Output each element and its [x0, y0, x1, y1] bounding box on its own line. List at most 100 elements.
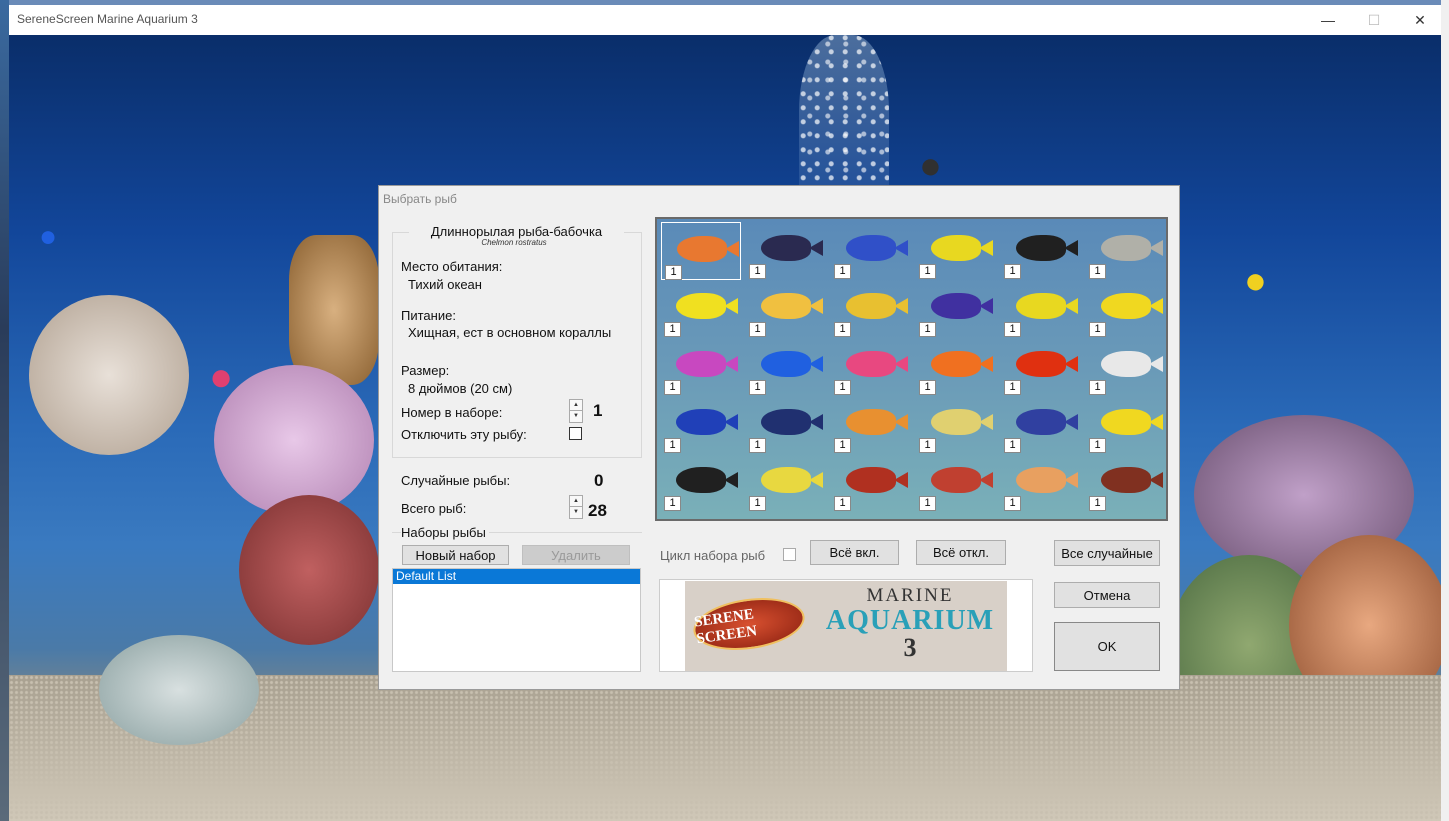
ok-button[interactable]: OK [1054, 622, 1160, 671]
random-fish-value: 0 [594, 471, 604, 490]
fish-cell[interactable]: 1 [1001, 396, 1081, 454]
cycle-sets-label: Цикл набора рыб [660, 548, 766, 563]
window-title: SereneScreen Marine Aquarium 3 [17, 12, 198, 26]
marine-aquarium-logo: SERENE SCREEN MARINE AQUARIUM 3 [685, 581, 1007, 671]
fish-count-badge: 1 [919, 322, 936, 337]
close-icon: ✕ [1414, 11, 1426, 28]
fish-icon: ● [209, 355, 234, 399]
fish-icon [671, 286, 738, 326]
all-random-button[interactable]: Все случайные [1054, 540, 1160, 566]
fish-cell[interactable]: 1 [916, 222, 996, 280]
logo-number: 3 [903, 633, 917, 662]
fish-cell[interactable]: 1 [661, 396, 741, 454]
fish-cell[interactable]: 1 [831, 396, 911, 454]
fish-sets-list[interactable]: Default List [392, 568, 641, 672]
all-on-button[interactable]: Всё вкл. [810, 540, 899, 565]
fish-cell[interactable]: 1 [661, 280, 741, 338]
delete-set-button[interactable]: Удалить [522, 545, 630, 565]
fish-count-badge: 1 [1004, 380, 1021, 395]
fish-cell[interactable]: 1 [1001, 454, 1081, 512]
fish-count-badge: 1 [834, 496, 851, 511]
fish-cell[interactable]: 1 [916, 280, 996, 338]
spin-down-icon[interactable]: ▼ [570, 507, 582, 518]
fish-icon [926, 286, 993, 326]
logo-marine: MARINE [866, 585, 954, 606]
fish-count-badge: 1 [749, 322, 766, 337]
fish-cell[interactable]: 1 [1086, 222, 1166, 280]
fish-grid[interactable]: 1 1 1 1 1 1 1 1 1 1 1 1 1 1 1 1 1 1 1 1 1 1 1 1 1 1 1 1 1 1 [655, 217, 1168, 521]
fish-cell[interactable]: 1 [661, 454, 741, 512]
habitat-value: Тихий океан [408, 277, 482, 292]
fish-cell[interactable]: 1 [746, 396, 826, 454]
fish-latin-name: Chelmon rostratus [481, 238, 547, 247]
fish-cell[interactable]: 1 [746, 338, 826, 396]
fish-cell[interactable]: 1 [831, 454, 911, 512]
cycle-sets-checkbox[interactable] [783, 548, 796, 561]
spin-up-icon[interactable]: ▲ [570, 496, 582, 507]
fish-cell[interactable]: 1 [1086, 454, 1166, 512]
spin-down-icon[interactable]: ▼ [570, 411, 582, 422]
fish-cell[interactable]: 1 [831, 280, 911, 338]
close-button[interactable]: ✕ [1397, 5, 1443, 35]
fish-cell[interactable]: 1 [746, 454, 826, 512]
desktop-edge-left [0, 0, 9, 821]
disable-fish-label: Отключить эту рыбу: [401, 427, 527, 442]
fish-cell[interactable]: 1 [661, 222, 741, 280]
new-set-button[interactable]: Новый набор [402, 545, 509, 565]
fish-count-badge: 1 [749, 438, 766, 453]
diet-label: Питание: [401, 308, 456, 323]
fish-count-badge: 1 [664, 322, 681, 337]
fish-cell[interactable]: 1 [916, 454, 996, 512]
fish-icon [756, 286, 823, 326]
cancel-button[interactable]: Отмена [1054, 582, 1160, 608]
spin-up-icon[interactable]: ▲ [570, 400, 582, 411]
fish-cell[interactable]: 1 [1086, 338, 1166, 396]
fish-cell[interactable]: 1 [1001, 338, 1081, 396]
fish-cell[interactable]: 1 [916, 396, 996, 454]
coral [29, 295, 189, 455]
logo-frame: SERENE SCREEN MARINE AQUARIUM 3 [659, 579, 1033, 672]
fish-cell[interactable]: 1 [1001, 222, 1081, 280]
fish-cell[interactable]: 1 [1086, 280, 1166, 338]
total-fish-label: Всего рыб: [401, 501, 467, 516]
fish-count-badge: 1 [749, 496, 766, 511]
dialog-title: Выбрать рыб [383, 192, 457, 206]
maximize-button[interactable]: ☐ [1351, 5, 1397, 35]
habitat-label: Место обитания: [401, 259, 503, 274]
disable-fish-checkbox[interactable] [569, 427, 582, 440]
fish-count-badge: 1 [664, 496, 681, 511]
fish-cell[interactable]: 1 [746, 222, 826, 280]
all-off-button[interactable]: Всё откл. [916, 540, 1006, 565]
serene-screen-logo: SERENE SCREEN [690, 591, 808, 657]
fish-count-badge: 1 [1004, 496, 1021, 511]
total-fish-spinner[interactable]: ▲ ▼ [569, 495, 583, 519]
titlebar[interactable]: SereneScreen Marine Aquarium 3 — ☐ ✕ [9, 5, 1441, 35]
select-fish-dialog: Выбрать рыб Длиннорылая рыба-бабочка Che… [378, 185, 1180, 690]
fish-cell[interactable]: 1 [831, 222, 911, 280]
fish-cell[interactable]: 1 [1086, 396, 1166, 454]
minimize-button[interactable]: — [1305, 5, 1351, 35]
fish-count-badge: 1 [1089, 380, 1106, 395]
fish-cell[interactable]: 1 [916, 338, 996, 396]
fish-count-badge: 1 [834, 380, 851, 395]
list-item[interactable]: Default List [393, 569, 640, 584]
fish-icon [841, 402, 908, 442]
fish-icon [1096, 402, 1163, 442]
set-number-spinner[interactable]: ▲ ▼ [569, 399, 583, 423]
fish-icon [1096, 460, 1163, 500]
fish-count-badge: 1 [1004, 322, 1021, 337]
fish-count-badge: 1 [1089, 496, 1106, 511]
fish-icon: ● [919, 145, 942, 187]
fish-cell[interactable]: 1 [661, 338, 741, 396]
desktop-edge-right [1441, 0, 1449, 821]
fish-cell[interactable]: 1 [746, 280, 826, 338]
fish-count-badge: 1 [665, 265, 682, 280]
fish-icon [756, 460, 823, 500]
fish-count-badge: 1 [664, 380, 681, 395]
fish-icon [672, 229, 739, 269]
fish-cell[interactable]: 1 [1001, 280, 1081, 338]
fish-icon [841, 228, 908, 268]
fish-cell[interactable]: 1 [831, 338, 911, 396]
fish-count-badge: 1 [749, 380, 766, 395]
size-label: Размер: [401, 363, 450, 378]
